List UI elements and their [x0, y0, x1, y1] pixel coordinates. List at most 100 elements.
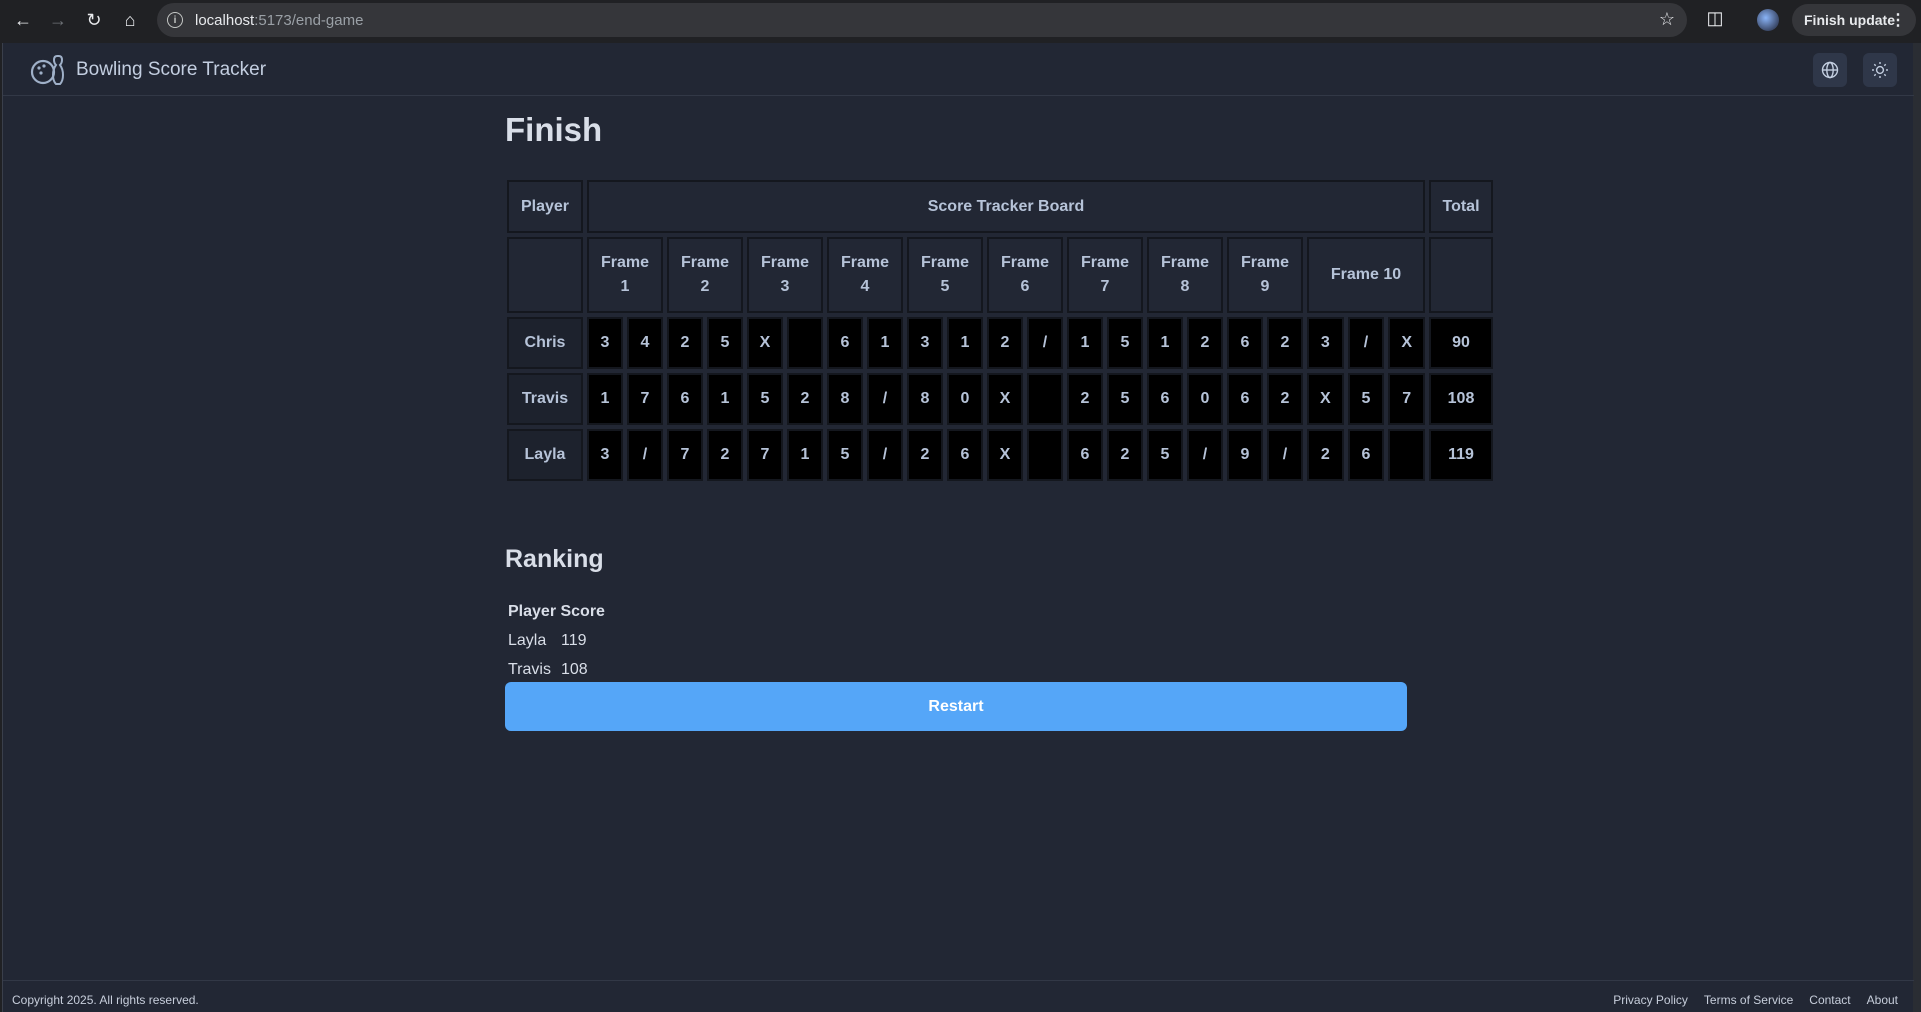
- finish-update-button[interactable]: Finish update ⋮: [1792, 4, 1916, 36]
- roll-cell: X: [1307, 373, 1344, 425]
- roll-cell: 2: [987, 317, 1023, 369]
- restart-button[interactable]: Restart: [505, 682, 1407, 731]
- roll-cell: 8: [827, 373, 863, 425]
- home-icon[interactable]: ⌂: [112, 2, 148, 38]
- url-host: localhost: [195, 11, 255, 29]
- roll-cell: X: [987, 373, 1023, 425]
- frame-header-label: Frame: [600, 254, 650, 271]
- frame-header-5: Frame 5: [907, 237, 983, 313]
- finish-update-label: Finish update: [1804, 12, 1895, 28]
- roll-cell: 1: [867, 317, 903, 369]
- ranking-row: Layla 119: [508, 632, 605, 661]
- frame-header-label: Frame: [1000, 254, 1050, 271]
- bookmark-star-icon[interactable]: ☆: [1659, 9, 1675, 30]
- roll-cell: 6: [1227, 373, 1263, 425]
- frame-header-number: 4: [860, 278, 870, 295]
- roll-cell: 5: [707, 317, 743, 369]
- footer-link-terms-of-service[interactable]: Terms of Service: [1704, 993, 1793, 1007]
- roll-cell: 0: [947, 373, 983, 425]
- roll-cell: /: [1027, 317, 1063, 369]
- player-name: Layla: [507, 429, 583, 481]
- frame-header-label: Frame: [840, 254, 890, 271]
- roll-cell: 1: [587, 373, 623, 425]
- app-title[interactable]: Bowling Score Tracker: [76, 59, 266, 81]
- more-menu-icon[interactable]: ⋮: [1890, 10, 1906, 30]
- roll-cell: 1: [787, 429, 823, 481]
- roll-cell: 7: [747, 429, 783, 481]
- app-header: Bowling Score Tracker: [3, 43, 1914, 96]
- player-total: 119: [1429, 429, 1493, 481]
- roll-cell: X: [747, 317, 783, 369]
- player-row: Travis 1 7 6 1 5 2 8/8 0 X 2 5 6 0 6 2 X 5 7 108: [507, 373, 1493, 425]
- roll-cell: 5: [827, 429, 863, 481]
- board-header: Score Tracker Board: [587, 180, 1425, 233]
- frame-header-8: Frame 8: [1147, 237, 1223, 313]
- roll-cell: 4: [627, 317, 663, 369]
- frame-header-number: 3: [780, 278, 790, 295]
- roll-cell: 1: [707, 373, 743, 425]
- roll-cell: 6: [1227, 317, 1263, 369]
- roll-cell: 6: [827, 317, 863, 369]
- frame-header-label: Frame: [1160, 254, 1210, 271]
- roll-cell: 2: [1067, 373, 1103, 425]
- roll-cell: X: [1388, 317, 1425, 369]
- ranking-player-name: Layla: [508, 632, 547, 649]
- player-row: Chris 3 4 2 5 X 6 1 3 1 2/1 5 1 2 6 2 3/X 90: [507, 317, 1493, 369]
- app-window: Bowling Score Tracker Finish Player Scor…: [2, 43, 1914, 1012]
- roll-cell: 3: [1307, 317, 1344, 369]
- roll-cell: 7: [667, 429, 703, 481]
- roll-cell: 3: [587, 429, 623, 481]
- roll-cell: 2: [667, 317, 703, 369]
- roll-cell: [787, 317, 823, 369]
- bowling-logo-icon: [30, 55, 65, 85]
- url-text: localhost:5173/end-game: [195, 12, 363, 29]
- back-icon[interactable]: ←: [5, 2, 41, 38]
- scrollbar[interactable]: [1913, 43, 1921, 1012]
- player-name: Chris: [507, 317, 583, 369]
- site-info-icon[interactable]: i: [167, 12, 183, 28]
- roll-cell: [1027, 429, 1063, 481]
- frame-header-number: 7: [1100, 278, 1110, 295]
- extensions-icon[interactable]: ◫: [1703, 8, 1727, 32]
- roll-cell: X: [987, 429, 1023, 481]
- roll-cell: /: [627, 429, 663, 481]
- ranking-title: Ranking: [505, 545, 604, 573]
- footer-link-contact[interactable]: Contact: [1809, 993, 1850, 1007]
- roll-cell: 6: [1067, 429, 1103, 481]
- page-title: Finish: [505, 111, 603, 148]
- roll-cell: 5: [1107, 373, 1143, 425]
- roll-cell: 6: [1147, 373, 1183, 425]
- browser-toolbar: ← → ↻ ⌂ i localhost:5173/end-game ☆ ◫ Fi…: [0, 0, 1921, 40]
- roll-cell: 1: [947, 317, 983, 369]
- address-bar[interactable]: i localhost:5173/end-game ☆: [157, 3, 1687, 37]
- frame-header-1: Frame 1: [587, 237, 663, 313]
- roll-cell: 1: [1147, 317, 1183, 369]
- roll-cell: 1: [1067, 317, 1103, 369]
- roll-cell: /: [1347, 317, 1385, 369]
- player-total: 108: [1429, 373, 1493, 425]
- frame-header-number: 5: [940, 278, 950, 295]
- language-button[interactable]: [1813, 53, 1847, 87]
- reload-icon[interactable]: ↻: [76, 2, 112, 38]
- footer: Copyright 2025. All rights reserved. Pri…: [3, 980, 1914, 1012]
- footer-link-about[interactable]: About: [1867, 993, 1898, 1007]
- theme-toggle-button[interactable]: [1863, 53, 1897, 87]
- frame-header-label: Frame: [920, 254, 970, 271]
- globe-icon: [1821, 61, 1839, 79]
- forward-icon[interactable]: →: [40, 2, 76, 38]
- total-header-blank: [1429, 237, 1493, 313]
- frame-10-header: Frame 10: [1307, 237, 1425, 313]
- ranking-header: Player Score: [508, 603, 605, 620]
- roll-cell: 9: [1227, 429, 1263, 481]
- roll-cell: 2: [787, 373, 823, 425]
- score-tracker-board: Player Score Tracker Board Total Frame 1 F…: [503, 176, 1497, 485]
- roll-cell: 6: [667, 373, 703, 425]
- roll-cell: [1388, 429, 1425, 481]
- roll-cell: 2: [1267, 317, 1303, 369]
- roll-cell: /: [867, 429, 903, 481]
- profile-avatar[interactable]: [1757, 9, 1779, 31]
- roll-cell: 5: [1107, 317, 1143, 369]
- frame-header-number: 1: [620, 278, 630, 295]
- footer-link-privacy-policy[interactable]: Privacy Policy: [1613, 993, 1688, 1007]
- frame-header-number: 8: [1180, 278, 1190, 295]
